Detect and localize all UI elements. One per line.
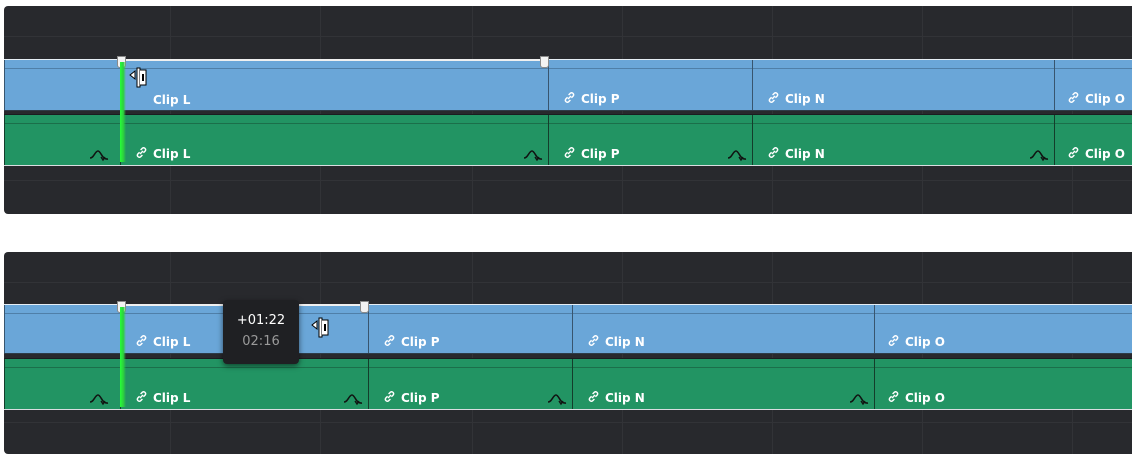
audio-clip-p[interactable]: Clip P (548, 115, 753, 165)
clip-label: Clip N (587, 390, 645, 406)
grid-line (4, 422, 1132, 423)
audio-clip-l[interactable]: Clip L (120, 359, 369, 409)
video-clip-n[interactable]: Clip N (572, 305, 875, 353)
clip-label: Clip P (563, 146, 620, 162)
trim-timecode-tooltip: +01:22 02:16 (223, 300, 299, 364)
grid-line (4, 180, 1132, 181)
audio-fade-curve-icon[interactable] (523, 147, 543, 162)
clip-label: Clip O (1067, 146, 1125, 162)
clip-label: Clip N (767, 146, 825, 162)
video-clip-p[interactable]: Clip P (368, 305, 573, 353)
video-track: Clip L Clip P Clip N Clip O (4, 59, 1132, 111)
video-clip-l[interactable]: Clip L (120, 60, 549, 110)
audio-track: Clip L Clip P Clip N Clip O (4, 114, 1132, 166)
video-clip-previous[interactable] (4, 305, 121, 353)
link-icon (383, 390, 396, 406)
edit-point-indicator (120, 62, 126, 162)
video-clip-previous[interactable] (4, 60, 121, 110)
link-icon (587, 390, 600, 406)
clip-label: Clip N (587, 334, 645, 350)
audio-clip-o[interactable]: Clip O (874, 359, 1132, 409)
link-icon (587, 334, 600, 350)
link-icon (383, 334, 396, 350)
link-icon (1067, 146, 1080, 162)
clip-label: Clip O (887, 390, 945, 406)
timeline-panel-before: Clip L Clip P Clip N Clip O Clip L Clip … (4, 6, 1132, 214)
clip-label: Clip P (563, 91, 620, 107)
audio-fade-curve-icon[interactable] (849, 391, 869, 406)
link-icon (887, 390, 900, 406)
clip-duration-timecode: 02:16 (242, 334, 280, 349)
audio-clip-previous[interactable] (4, 115, 121, 165)
video-track: Clip L Clip P Clip N Clip O (4, 304, 1132, 354)
timeline-panel-after: Clip L Clip P Clip N Clip O Clip L Clip … (4, 252, 1132, 454)
audio-fade-curve-icon[interactable] (89, 147, 109, 162)
edit-point-indicator (120, 307, 126, 407)
clip-label: Clip O (887, 334, 945, 350)
audio-clip-p[interactable]: Clip P (368, 359, 573, 409)
link-icon (1067, 91, 1080, 107)
grid-line (4, 282, 1132, 283)
link-icon (135, 146, 148, 162)
video-clip-o[interactable]: Clip O (874, 305, 1132, 353)
video-clip-n[interactable]: Clip N (752, 60, 1055, 110)
clip-label: Clip N (767, 91, 825, 107)
audio-fade-curve-icon[interactable] (89, 391, 109, 406)
video-clip-o[interactable]: Clip O (1054, 60, 1132, 110)
clip-label: Clip L (153, 93, 191, 107)
clip-label: Clip P (383, 390, 440, 406)
audio-clip-n[interactable]: Clip N (572, 359, 875, 409)
link-icon (135, 334, 148, 350)
ripple-trim-cursor-icon (310, 316, 332, 340)
audio-clip-l[interactable]: Clip L (120, 115, 549, 165)
audio-fade-curve-icon[interactable] (727, 147, 747, 162)
audio-track: Clip L Clip P Clip N Clip O (4, 358, 1132, 410)
link-icon (563, 91, 576, 107)
link-icon (135, 390, 148, 406)
clip-label: Clip P (383, 334, 440, 350)
audio-clip-n[interactable]: Clip N (752, 115, 1055, 165)
link-icon (767, 146, 780, 162)
audio-fade-curve-icon[interactable] (547, 391, 567, 406)
audio-clip-o[interactable]: Clip O (1054, 115, 1132, 165)
audio-fade-curve-icon[interactable] (343, 391, 363, 406)
link-icon (563, 146, 576, 162)
link-icon (887, 334, 900, 350)
audio-clip-previous[interactable] (4, 359, 121, 409)
clip-label: Clip L (135, 146, 190, 162)
clip-label: Clip L (135, 390, 190, 406)
trim-delta-timecode: +01:22 (236, 313, 286, 328)
grid-line (4, 36, 1132, 37)
clip-end-handle[interactable] (540, 56, 549, 68)
video-clip-p[interactable]: Clip P (548, 60, 753, 110)
ripple-trim-cursor-icon (128, 66, 150, 90)
clip-label: Clip O (1067, 91, 1125, 107)
audio-fade-curve-icon[interactable] (1029, 147, 1049, 162)
link-icon (767, 91, 780, 107)
clip-label: Clip L (135, 334, 190, 350)
clip-end-handle[interactable] (360, 301, 369, 313)
